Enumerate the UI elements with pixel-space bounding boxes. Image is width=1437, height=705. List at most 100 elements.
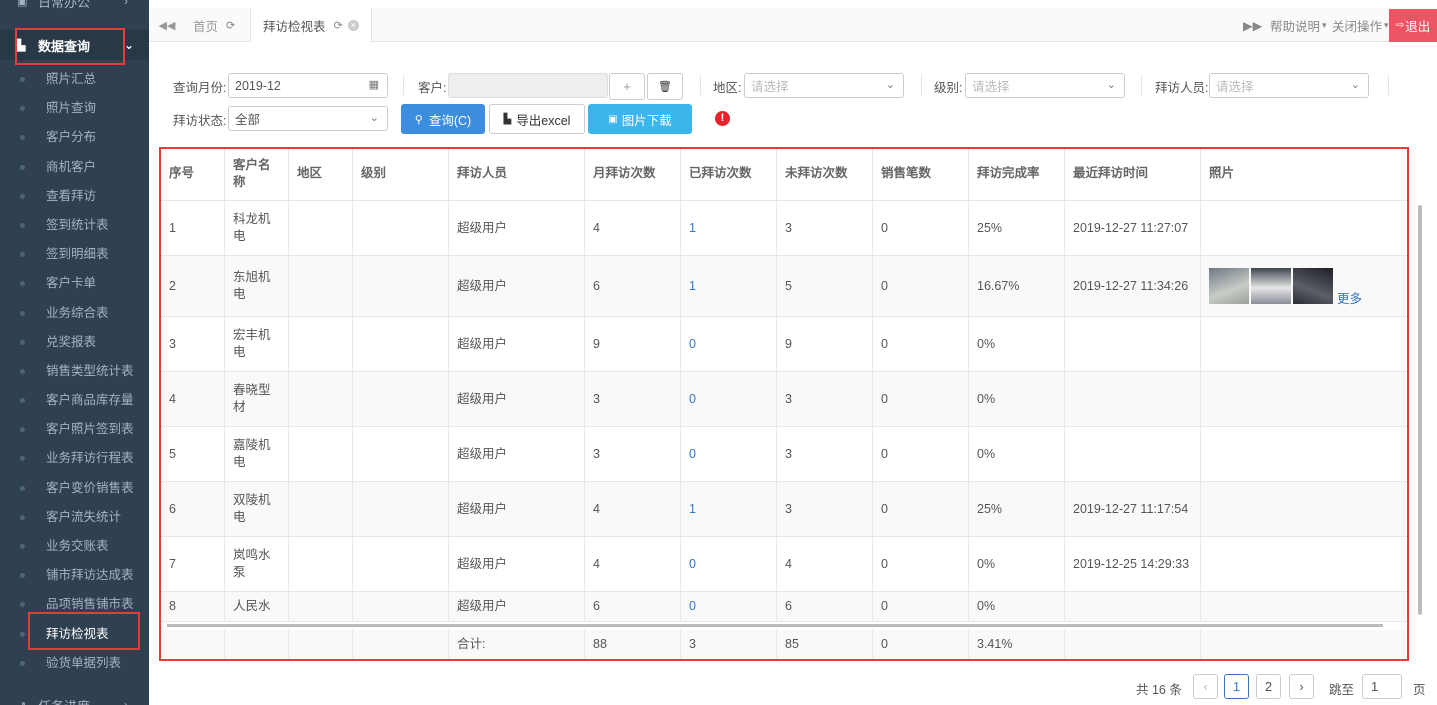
photo-thumbnail[interactable] [1293, 268, 1333, 304]
region-cell [289, 372, 353, 426]
last-visit-time-cell [1065, 372, 1201, 426]
horizontal-scrollbar[interactable] [167, 624, 1383, 627]
sidebar-category-office[interactable]: ▣ 日常办公 › [0, 0, 149, 16]
row-number: 2 [161, 256, 225, 316]
add-customer-button[interactable]: + [609, 73, 645, 100]
page-button-2[interactable]: 2 [1256, 674, 1281, 699]
line-chart-icon: ↗ [17, 699, 26, 705]
sidebar-item[interactable]: 业务交账表 [0, 532, 149, 561]
completed-visits-link[interactable]: 0 [681, 537, 777, 591]
column-header: 未拜访次数 [777, 147, 873, 200]
visitor-select[interactable]: 请选择 ⌄ [1209, 73, 1369, 98]
jump-page-input[interactable]: 1 [1362, 674, 1402, 699]
completed-visits-link[interactable]: 0 [681, 427, 777, 481]
tab-label: 首页 [193, 19, 219, 34]
customer-name: 双陵机电 [233, 492, 271, 526]
tab-label: 拜访检视表 [263, 19, 326, 34]
sidebar-item[interactable]: 签到明细表 [0, 240, 149, 269]
export-excel-button[interactable]: ▙ 导出excel [489, 104, 585, 134]
clear-customer-button[interactable]: 🗑 [647, 73, 683, 100]
sidebar-item[interactable]: 商机客户 [0, 153, 149, 182]
sidebar-item[interactable]: 客户分布 [0, 123, 149, 152]
photo-cell: 更多 [1201, 256, 1407, 316]
completion-rate-cell: 0% [969, 372, 1065, 426]
sidebar-item[interactable]: 业务综合表 [0, 299, 149, 328]
sidebar-item[interactable]: 铺市拜访达成表 [0, 561, 149, 590]
calendar-icon[interactable]: ▦ [369, 78, 379, 91]
row-number: 4 [161, 372, 225, 426]
query-button[interactable]: ⚲ 查询(C) [401, 104, 485, 134]
column-header: 拜访完成率 [969, 147, 1065, 200]
sidebar-item[interactable]: 客户照片签到表 [0, 415, 149, 444]
photo-cell [1201, 317, 1407, 371]
region-cell [289, 317, 353, 371]
sidebar-item[interactable]: 验货单据列表 [0, 649, 149, 678]
help-menu[interactable]: 帮助说明 ▾ [1270, 8, 1327, 42]
alert-icon[interactable]: ! [715, 111, 730, 126]
sidebar-item[interactable]: 兑奖报表 [0, 328, 149, 357]
tab-scroll-right-button[interactable]: ▶▶ [1243, 8, 1262, 42]
vertical-scrollbar[interactable] [1418, 205, 1422, 615]
chevron-right-icon: › [124, 698, 128, 705]
visitor-cell: 超级用户 [449, 317, 585, 371]
sidebar-item[interactable]: 品项销售铺市表 [0, 590, 149, 619]
level-select[interactable]: 请选择 ⌄ [965, 73, 1125, 98]
jump-value: 1 [1371, 679, 1379, 694]
monthly-visits-cell: 6 [585, 592, 681, 621]
completed-visits-link[interactable]: 0 [681, 317, 777, 371]
completion-rate-cell: 0% [969, 317, 1065, 371]
sidebar-item[interactable]: 客户流失统计 [0, 503, 149, 532]
logout-button[interactable]: ⇨ 退出 [1389, 9, 1437, 42]
table-row: 7 岚鸣水泵超级用户 4 0 4 0 0% 2019-12-25 14:29:33 [161, 537, 1407, 592]
customer-name-line: 电 [233, 455, 246, 469]
sidebar-item[interactable]: 照片查询 [0, 94, 149, 123]
tab-visit-review[interactable]: 拜访检视表 ⟳ × [250, 8, 372, 42]
photo-cell [1201, 201, 1407, 255]
close-icon[interactable]: × [347, 19, 359, 31]
sidebar-item[interactable]: 业务拜访行程表 [0, 444, 149, 473]
completed-visits-link[interactable]: 0 [681, 592, 777, 621]
completed-visits-link[interactable]: 1 [681, 201, 777, 255]
download-images-button[interactable]: ▣ 图片下载 [588, 104, 692, 134]
sidebar-item[interactable]: 查看拜访 [0, 182, 149, 211]
photo-thumbnail[interactable] [1251, 268, 1291, 304]
region-select[interactable]: 请选择 ⌄ [744, 73, 904, 98]
sidebar-item[interactable]: 签到统计表 [0, 211, 149, 240]
sidebar-category-label: 数据查询 [38, 38, 91, 54]
customer-name-line: 电 [233, 345, 246, 359]
prev-page-button[interactable]: ‹ [1193, 674, 1218, 699]
refresh-icon[interactable]: ⟳ [226, 19, 235, 32]
sidebar-category-data-query[interactable]: ▙ 数据查询 ⌄ [0, 30, 149, 60]
sidebar-item[interactable]: 客户商品库存量 [0, 386, 149, 415]
status-select[interactable]: 全部 ⌄ [228, 106, 388, 131]
completed-visits-link[interactable]: 1 [681, 482, 777, 536]
more-photos-link[interactable]: 更多 [1337, 291, 1362, 308]
pending-visits-cell: 9 [777, 317, 873, 371]
status-label: 拜访状态: [173, 114, 227, 128]
next-page-button[interactable]: › [1289, 674, 1314, 699]
sidebar-item[interactable]: 销售类型统计表 [0, 357, 149, 386]
completed-visits-link[interactable]: 1 [681, 256, 777, 316]
close-ops-label: 关闭操作 [1332, 19, 1383, 34]
sales-count-cell: 0 [873, 592, 969, 621]
customer-input[interactable] [448, 73, 608, 98]
footer-sales-total: 0 [873, 630, 969, 659]
page-button-1[interactable]: 1 [1224, 674, 1249, 699]
column-header: 序号 [161, 147, 225, 200]
footer-pending-total: 85 [777, 630, 873, 659]
refresh-icon[interactable]: ⟳ [334, 19, 343, 32]
sidebar-item[interactable]: 客户卡单 [0, 269, 149, 298]
tab-home[interactable]: 首页 ⟳ [193, 8, 245, 42]
monthly-visits-cell: 4 [585, 482, 681, 536]
last-visit-time-cell [1065, 427, 1201, 481]
sidebar-category-task-progress[interactable]: ↗ 任务进度 › [0, 690, 149, 705]
tab-scroll-left-button[interactable]: ◀◀ [149, 8, 185, 42]
completed-visits-link[interactable]: 0 [681, 372, 777, 426]
month-input[interactable]: 2019-12 ▦ [228, 73, 388, 98]
customer-name-line: 泵 [233, 565, 246, 579]
sidebar-item[interactable]: 照片汇总 [0, 65, 149, 94]
sidebar-item[interactable]: 客户变价销售表 [0, 474, 149, 503]
photo-thumbnail[interactable] [1209, 268, 1249, 304]
sidebar-item[interactable]: 拜访检视表 [0, 620, 149, 649]
close-ops-menu[interactable]: 关闭操作 ▾ [1332, 8, 1389, 42]
